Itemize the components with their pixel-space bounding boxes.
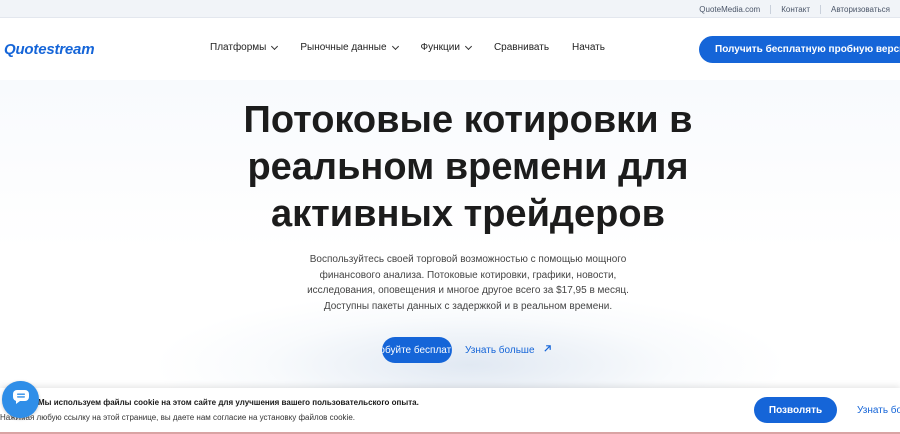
utility-bar: QuoteMedia.com Контакт Авторизоваться xyxy=(0,0,900,18)
nav-features-label: Функции xyxy=(420,42,460,53)
utility-links: QuoteMedia.com Контакт Авторизоваться xyxy=(689,0,900,18)
hero-title: Потоковые котировки в реальном времени д… xyxy=(0,97,900,238)
site-header: Quotestream Платформы Рыночные данные Фу… xyxy=(0,18,900,80)
contact-link[interactable]: Контакт xyxy=(771,5,820,14)
nav-market-data[interactable]: Рыночные данные xyxy=(300,42,399,53)
nav-start-label: Начать xyxy=(572,42,605,53)
free-trial-button[interactable]: Получить бесплатную пробную версию xyxy=(699,36,900,63)
nav-market-data-label: Рыночные данные xyxy=(300,42,387,53)
hero-subtitle: Воспользуйтесь своей торговой возможност… xyxy=(293,252,643,314)
allow-cookies-button[interactable]: Позволять xyxy=(754,397,837,423)
nav-platforms-label: Платформы xyxy=(210,42,267,53)
chevron-down-icon xyxy=(391,42,399,50)
try-free-label: Попробуйте бесплатно xyxy=(382,344,452,356)
nav-compare[interactable]: Сравнивать xyxy=(494,42,549,53)
try-free-button[interactable]: Попробуйте бесплатно xyxy=(382,337,452,363)
cookie-consent-text: Нажимая любую ссылку на этой странице, в… xyxy=(0,413,356,422)
hero-title-line: реальном времени для xyxy=(247,146,689,188)
hero-subtitle-line: Воспользуйтесь своей торговой возможност… xyxy=(309,254,627,265)
chevron-down-icon xyxy=(464,42,472,50)
hero-title-line: Потоковые котировки в xyxy=(243,99,693,141)
quotestream-logo[interactable]: Quotestream xyxy=(4,41,95,58)
hero-subtitle-line: исследования, оповещения и многое другое… xyxy=(307,285,629,296)
login-link[interactable]: Авторизоваться xyxy=(821,5,900,14)
chevron-down-icon xyxy=(271,42,279,50)
nav-platforms[interactable]: Платформы xyxy=(210,42,279,53)
cookie-banner: Мы используем файлы cookie на этом сайте… xyxy=(0,388,900,434)
chat-icon xyxy=(12,389,30,410)
nav-start[interactable]: Начать xyxy=(572,42,605,53)
learn-more-label: Узнать больше xyxy=(465,344,535,356)
cookie-message: Мы используем файлы cookie на этом сайте… xyxy=(38,398,419,407)
nav-features[interactable]: Функции xyxy=(420,42,472,53)
main-nav: Платформы Рыночные данные Функции Сравни… xyxy=(210,42,628,53)
quotemedia-link[interactable]: QuoteMedia.com xyxy=(689,5,770,14)
hero-subtitle-line: Доступны пакеты данных с задержкой и в р… xyxy=(323,300,613,312)
chat-button[interactable] xyxy=(2,381,39,418)
arrow-up-right-icon xyxy=(543,344,552,356)
cookie-learn-more-link[interactable]: Узнать больше xyxy=(857,405,900,416)
hero-subtitle-line: финансового анализа. Потоковые котировки… xyxy=(319,269,617,281)
learn-more-link[interactable]: Узнать больше xyxy=(465,344,552,356)
hero-title-line: активных трейдеров xyxy=(271,193,665,235)
nav-compare-label: Сравнивать xyxy=(493,42,550,53)
